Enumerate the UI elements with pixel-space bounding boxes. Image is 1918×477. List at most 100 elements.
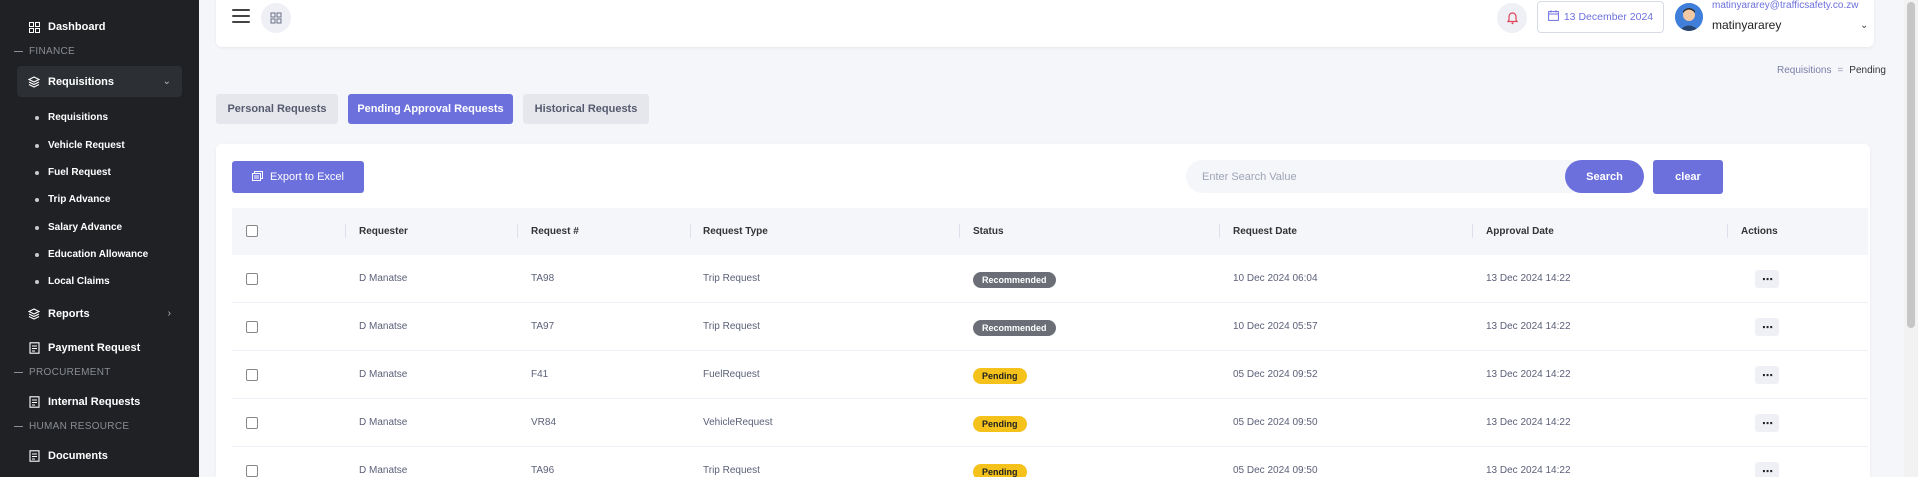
clear-button[interactable]: clear [1653, 160, 1723, 194]
cell-approval-date: 13 Dec 2024 14:22 [1486, 417, 1571, 428]
sidebar-subitem-requisitions[interactable]: Requisitions [35, 112, 108, 123]
apps-grid-icon[interactable] [261, 3, 291, 33]
tab-personal-requests[interactable]: Personal Requests [216, 94, 338, 124]
cell-request-type: Trip Request [703, 465, 760, 476]
cell-requester: D Manatse [359, 465, 408, 476]
row-checkbox[interactable] [246, 273, 258, 285]
calendar-icon [1547, 10, 1559, 24]
search-button[interactable]: Search [1565, 160, 1644, 193]
status-badge: Recommended [973, 320, 1056, 336]
document-icon [28, 396, 40, 408]
sidebar-section-finance: FINANCE [14, 46, 75, 57]
breadcrumb-current: Pending [1849, 65, 1886, 76]
more-actions-icon[interactable]: ⋯ [1755, 414, 1779, 432]
sidebar-item-dashboard[interactable]: Dashboard [28, 21, 105, 33]
table-header: Requester Request # Request Type Status … [232, 208, 1868, 255]
cell-request-type: VehicleRequest [703, 417, 773, 428]
table-row: D Manatse TA96 Trip Request Pending 05 D… [232, 447, 1868, 477]
row-checkbox[interactable] [246, 369, 258, 381]
sidebar-subitem-fuel-request[interactable]: Fuel Request [35, 167, 111, 178]
requests-card: Export to Excel Search clear Requester R… [216, 144, 1870, 477]
cell-approval-date: 13 Dec 2024 14:22 [1486, 273, 1571, 284]
status-badge: Pending [973, 368, 1027, 384]
bell-icon[interactable] [1497, 3, 1527, 33]
export-label: Export to Excel [270, 171, 344, 183]
chevron-down-icon[interactable]: ⌄ [163, 76, 171, 87]
row-checkbox[interactable] [246, 417, 258, 429]
row-checkbox[interactable] [246, 465, 258, 477]
cell-requester: D Manatse [359, 321, 408, 332]
top-header: 13 December 2024 matinyararey@trafficsaf… [216, 0, 1874, 47]
chevron-right-icon[interactable]: › [168, 308, 171, 319]
sidebar-subitem-vehicle-request[interactable]: Vehicle Request [35, 140, 125, 151]
cell-request-type: Trip Request [703, 321, 760, 332]
vertical-scrollbar[interactable] [1904, 0, 1918, 477]
sidebar-item-documents[interactable]: Documents [28, 450, 108, 462]
bullet-icon [35, 252, 39, 257]
breadcrumb-link-requisitions[interactable]: Requisitions [1777, 65, 1831, 76]
sidebar-section-procurement: PROCUREMENT [14, 367, 111, 378]
cell-request-type: FuelRequest [703, 369, 760, 380]
sidebar-subitem-education-allowance[interactable]: Education Allowance [35, 249, 148, 260]
cell-requester: D Manatse [359, 273, 408, 284]
cell-request-type: Trip Request [703, 273, 760, 284]
column-header-status[interactable]: Status [973, 226, 1004, 237]
sidebar-item-reports[interactable]: Reports [28, 308, 90, 320]
scrollbar-thumb[interactable] [1907, 2, 1915, 328]
cell-request-no: TA97 [531, 321, 555, 332]
select-all-checkbox[interactable] [246, 225, 258, 237]
cell-request-date: 05 Dec 2024 09:52 [1233, 369, 1318, 380]
sidebar-item-label: Requisitions [48, 76, 115, 88]
column-header-request-no[interactable]: Request # [531, 226, 579, 237]
column-header-approval-date[interactable]: Approval Date [1486, 226, 1554, 237]
export-to-excel-button[interactable]: Export to Excel [232, 161, 364, 193]
chevron-down-icon[interactable]: ⌄ [1860, 20, 1868, 31]
cell-request-date: 10 Dec 2024 05:57 [1233, 321, 1318, 332]
cell-request-no: TA98 [531, 273, 555, 284]
sidebar-section-human-resource: HUMAN RESOURCE [14, 421, 129, 432]
user-name[interactable]: matinyararey [1712, 18, 1781, 32]
bullet-icon [35, 225, 39, 230]
status-badge: Pending [973, 416, 1027, 432]
sidebar-subitem-local-claims[interactable]: Local Claims [35, 276, 110, 287]
more-actions-icon[interactable]: ⋯ [1755, 318, 1779, 336]
column-header-requester[interactable]: Requester [359, 226, 408, 237]
breadcrumb-separator: = [1837, 65, 1844, 76]
tab-historical-requests[interactable]: Historical Requests [523, 94, 649, 124]
document-icon [28, 450, 40, 462]
layers-icon [28, 76, 40, 88]
breadcrumb: Requisitions = Pending [1777, 65, 1886, 76]
sidebar-subitem-trip-advance[interactable]: Trip Advance [35, 194, 110, 205]
date-button[interactable]: 13 December 2024 [1537, 1, 1664, 33]
cell-request-date: 10 Dec 2024 06:04 [1233, 273, 1318, 284]
bullet-icon [35, 279, 39, 284]
avatar[interactable] [1675, 3, 1703, 31]
cell-approval-date: 13 Dec 2024 14:22 [1486, 369, 1571, 380]
status-badge: Recommended [973, 272, 1056, 288]
bullet-icon [35, 170, 39, 175]
sidebar-item-requisitions[interactable]: Requisitions [28, 76, 114, 88]
cell-request-no: VR84 [531, 417, 557, 428]
cell-request-no: F41 [531, 369, 549, 380]
column-header-request-date[interactable]: Request Date [1233, 226, 1297, 237]
column-header-request-type[interactable]: Request Type [703, 226, 768, 237]
sidebar-subitem-salary-advance[interactable]: Salary Advance [35, 222, 122, 233]
more-actions-icon[interactable]: ⋯ [1755, 366, 1779, 384]
tab-pending-approval-requests[interactable]: Pending Approval Requests [348, 94, 513, 124]
grid-icon [28, 21, 40, 33]
sidebar-item-label: Documents [48, 450, 108, 462]
bullet-icon [35, 115, 39, 120]
more-actions-icon[interactable]: ⋯ [1755, 270, 1779, 288]
search-input[interactable] [1186, 160, 1586, 193]
hamburger-menu-icon[interactable] [232, 9, 250, 23]
sidebar: Dashboard FINANCE Requisitions ⌄ Requisi… [0, 0, 199, 477]
sidebar-item-payment-request[interactable]: Payment Request [28, 342, 140, 354]
sidebar-item-internal-requests[interactable]: Internal Requests [28, 396, 140, 408]
sidebar-item-label: Reports [48, 308, 90, 320]
status-badge: Pending [973, 464, 1027, 477]
more-actions-icon[interactable]: ⋯ [1755, 462, 1779, 477]
cell-requester: D Manatse [359, 417, 408, 428]
cell-approval-date: 13 Dec 2024 14:22 [1486, 465, 1571, 476]
row-checkbox[interactable] [246, 321, 258, 333]
bullet-icon [35, 143, 39, 148]
